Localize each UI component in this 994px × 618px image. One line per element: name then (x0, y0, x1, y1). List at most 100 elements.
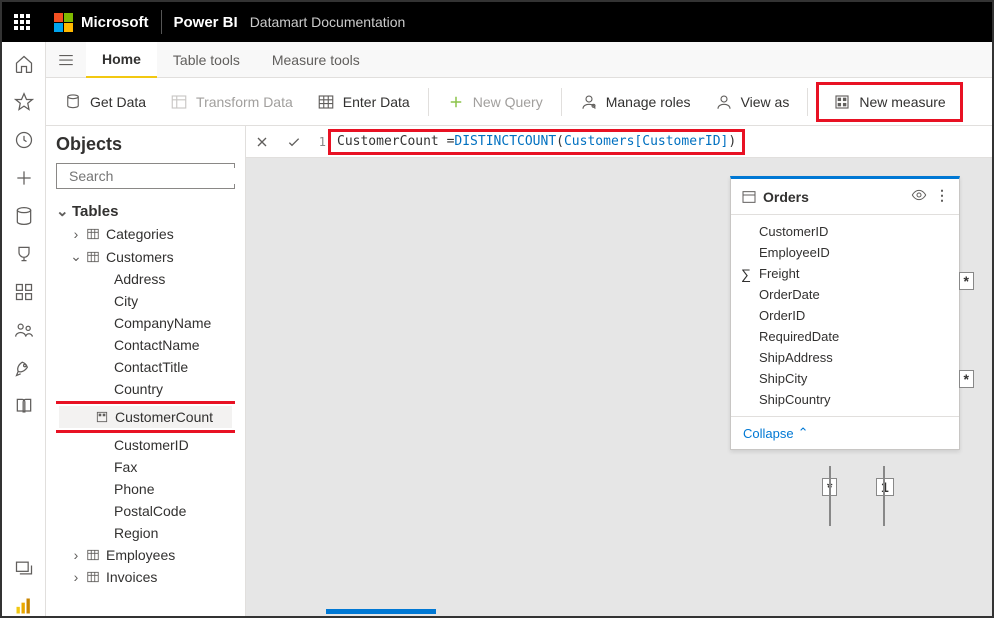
goals-icon[interactable] (14, 244, 34, 264)
field-orderid[interactable]: OrderID (731, 305, 959, 326)
enter-data-button[interactable]: Enter Data (307, 87, 420, 117)
formula-cancel-button[interactable] (246, 126, 278, 158)
objects-tree[interactable]: ⌄ Tables › Categories ⌄ Customers (56, 199, 235, 616)
field-contactname[interactable]: ContactName (56, 334, 235, 356)
new-query-button: New Query (437, 87, 553, 117)
field-contacttitle[interactable]: ContactTitle (56, 356, 235, 378)
product-label: Power BI (174, 14, 238, 31)
field-employeeid[interactable]: EmployeeID (731, 242, 959, 263)
tables-label: Tables (72, 203, 118, 220)
relationship-line (883, 466, 885, 526)
toolbar-separator (428, 88, 429, 116)
tables-section[interactable]: ⌄ Tables (56, 199, 235, 223)
new-measure-highlight: New measure (816, 82, 962, 122)
home-icon[interactable] (14, 54, 34, 74)
table-categories[interactable]: › Categories (56, 223, 235, 245)
star-icon[interactable] (14, 92, 34, 112)
field-shipcountry[interactable]: ShipCountry (731, 389, 959, 410)
dax-reference: Customers[CustomerID] (564, 134, 728, 149)
view-as-button[interactable]: View as (705, 87, 800, 117)
dax-paren: ( (556, 134, 564, 149)
field-city[interactable]: City (56, 290, 235, 312)
table-customers[interactable]: ⌄ Customers (56, 245, 235, 268)
transform-data-label: Transform Data (196, 94, 293, 110)
table-employees[interactable]: › Employees (56, 544, 235, 566)
field-customerid[interactable]: CustomerID (731, 221, 959, 242)
manage-roles-label: Manage roles (606, 94, 691, 110)
table-icon (741, 189, 757, 205)
brand-label: Microsoft (81, 14, 149, 31)
field-shipcity[interactable]: ShipCity (731, 368, 959, 389)
horizontal-scrollbar[interactable] (326, 609, 436, 614)
header-divider (161, 10, 162, 34)
card-footer: Collapse ⌃ (731, 416, 959, 449)
tab-measure-tools[interactable]: Measure tools (256, 42, 376, 78)
new-measure-label: New measure (859, 94, 945, 110)
field-customercount[interactable]: CustomerCount (59, 406, 232, 428)
measure-icon (95, 410, 109, 424)
chevron-down-icon: ⌄ (56, 202, 68, 220)
deploy-icon[interactable] (14, 358, 34, 378)
tab-table-tools[interactable]: Table tools (157, 42, 256, 78)
model-canvas[interactable]: 1 CustomerCount = DISTINCTCOUNT ( Custom… (246, 126, 992, 616)
learn-icon[interactable] (14, 396, 34, 416)
more-icon[interactable]: ⋮ (935, 187, 949, 206)
hamburger-button[interactable] (46, 51, 86, 69)
formula-line-number: 1 (310, 135, 328, 149)
app-launcher-button[interactable] (2, 2, 42, 42)
field-orderdate[interactable]: OrderDate (731, 284, 959, 305)
table-invoices[interactable]: › Invoices (56, 566, 235, 588)
formula-commit-button[interactable] (278, 126, 310, 158)
left-rail (2, 42, 46, 616)
manage-roles-button[interactable]: Manage roles (570, 87, 701, 117)
relationship-line (829, 466, 831, 526)
tab-home[interactable]: Home (86, 42, 157, 78)
dax-function: DISTINCTCOUNT (454, 134, 556, 149)
field-requireddate[interactable]: RequiredDate (731, 326, 959, 347)
field-country[interactable]: Country (56, 378, 235, 400)
table-icon (86, 250, 100, 264)
chevron-right-icon: › (70, 569, 82, 585)
field-freight[interactable]: ∑Freight (731, 263, 959, 284)
table-label: Invoices (106, 569, 157, 585)
field-customerid[interactable]: CustomerID (56, 434, 235, 456)
field-region[interactable]: Region (56, 522, 235, 544)
chevron-up-icon: ⌃ (798, 425, 809, 441)
customercount-highlight: CustomerCount (56, 401, 235, 433)
field-shipaddress[interactable]: ShipAddress (731, 347, 959, 368)
chevron-right-icon: › (70, 226, 82, 242)
field-address[interactable]: Address (56, 268, 235, 290)
get-data-button[interactable]: Get Data (54, 87, 156, 117)
field-companyname[interactable]: CompanyName (56, 312, 235, 334)
objects-title: Objects (56, 134, 235, 155)
objects-panel: Objects ⌄ Tables › Categories (46, 126, 246, 616)
chevron-down-icon: ⌄ (70, 248, 82, 265)
database-icon[interactable] (14, 206, 34, 226)
relationship-many-marker: * (959, 370, 974, 388)
table-label: Employees (106, 547, 175, 563)
search-box[interactable] (56, 163, 235, 189)
workspaces-icon[interactable] (14, 558, 34, 578)
apps-icon[interactable] (14, 282, 34, 302)
card-body[interactable]: CustomerID EmployeeID ∑Freight OrderDate… (731, 215, 959, 416)
field-phone[interactable]: Phone (56, 478, 235, 500)
plus-icon[interactable] (14, 168, 34, 188)
visibility-icon[interactable] (911, 187, 927, 206)
table-icon (86, 227, 100, 241)
field-fax[interactable]: Fax (56, 456, 235, 478)
clock-icon[interactable] (14, 130, 34, 150)
collapse-link[interactable]: Collapse ⌃ (743, 425, 947, 441)
new-query-label: New Query (473, 94, 543, 110)
formula-input[interactable]: CustomerCount = DISTINCTCOUNT ( Customer… (328, 129, 745, 155)
relationship-many-marker: * (959, 272, 974, 290)
field-postalcode[interactable]: PostalCode (56, 500, 235, 522)
search-input[interactable] (69, 168, 246, 184)
chevron-right-icon: › (70, 547, 82, 563)
orders-table-card[interactable]: Orders ⋮ CustomerID EmployeeID ∑Freight … (730, 176, 960, 450)
transform-data-button: Transform Data (160, 87, 303, 117)
powerbi-icon[interactable] (14, 596, 34, 616)
top-header: Microsoft Power BI Datamart Documentatio… (2, 2, 992, 42)
new-measure-button[interactable]: New measure (823, 87, 955, 117)
get-data-label: Get Data (90, 94, 146, 110)
people-icon[interactable] (14, 320, 34, 340)
